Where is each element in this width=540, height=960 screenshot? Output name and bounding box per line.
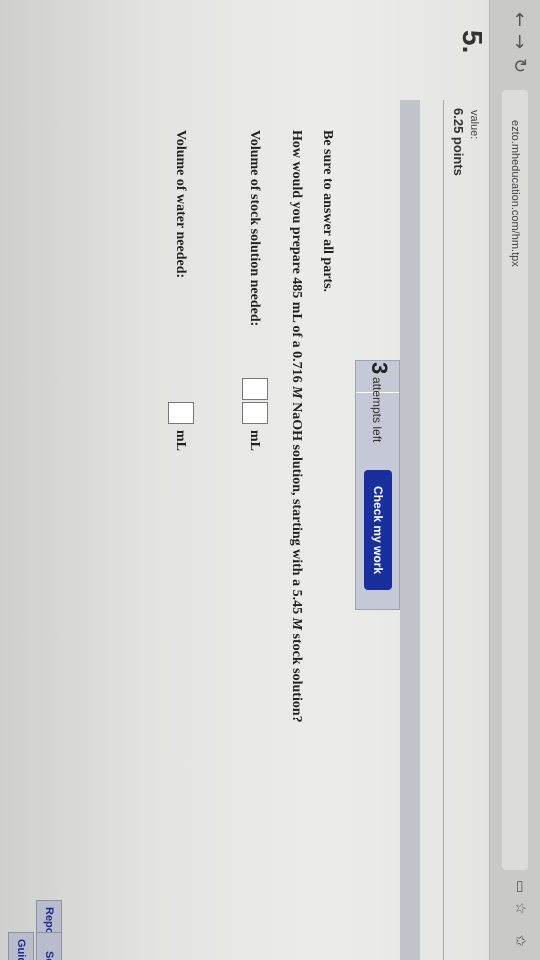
star-icon[interactable]: ☆ bbox=[512, 902, 528, 915]
question-points: 6.25 points bbox=[451, 108, 466, 176]
browser-toolbar: ← → ↻ ezto.mheducation.com/hm.tpx ▭ ☆ ✩ bbox=[489, 0, 540, 960]
header-divider bbox=[443, 100, 444, 960]
back-icon[interactable]: ← bbox=[509, 12, 530, 27]
question-prompt: How would you prepare 485 mL of a 0.716 … bbox=[288, 130, 304, 723]
prompt-part-3: stock solution? bbox=[289, 630, 304, 723]
prompt-molarity-unit-1: M bbox=[289, 386, 304, 399]
photo-stage: ← → ↻ ezto.mheducation.com/hm.tpx ▭ ☆ ✩ … bbox=[0, 0, 540, 960]
guide-button[interactable]: Guid bbox=[8, 932, 34, 960]
reader-icon[interactable]: ▭ bbox=[512, 880, 528, 893]
attempts-count: 3 bbox=[367, 362, 392, 375]
rotated-screen: ← → ↻ ezto.mheducation.com/hm.tpx ▭ ☆ ✩ … bbox=[0, 0, 540, 960]
address-bar[interactable]: ezto.mheducation.com/hm.tpx bbox=[502, 90, 528, 870]
side-button-sc[interactable]: Sc bbox=[36, 932, 62, 960]
stock-volume-label: Volume of stock solution needed: bbox=[247, 130, 262, 327]
favorites-icon[interactable]: ✩ bbox=[512, 935, 528, 947]
url-text: ezto.mheducation.com/hm.tpx bbox=[509, 120, 521, 267]
stock-volume-input-extra[interactable] bbox=[242, 402, 268, 424]
value-label: value: bbox=[468, 110, 480, 140]
water-volume-label: Volume of water needed: bbox=[173, 130, 188, 279]
stock-volume-input[interactable] bbox=[242, 378, 268, 400]
reload-icon[interactable]: ↻ bbox=[509, 58, 530, 73]
forward-icon[interactable]: → bbox=[509, 34, 530, 49]
stock-volume-unit: mL bbox=[247, 430, 262, 451]
attempts-label: attempts left bbox=[370, 377, 384, 443]
prompt-part-2: NaOH solution, starting with a 5.45 bbox=[289, 398, 304, 618]
prompt-molarity-unit-2: M bbox=[289, 617, 304, 631]
question-number: 5. bbox=[457, 30, 488, 54]
water-volume-input[interactable] bbox=[168, 402, 194, 424]
check-my-work-button[interactable]: Check my work bbox=[364, 470, 392, 590]
water-volume-unit: mL bbox=[173, 430, 188, 451]
prompt-part-1: How would you prepare 485 mL of a 0.716 bbox=[289, 130, 304, 387]
question-header-bar bbox=[400, 100, 420, 960]
instruction-text: Be sure to answer all parts. bbox=[320, 130, 335, 293]
